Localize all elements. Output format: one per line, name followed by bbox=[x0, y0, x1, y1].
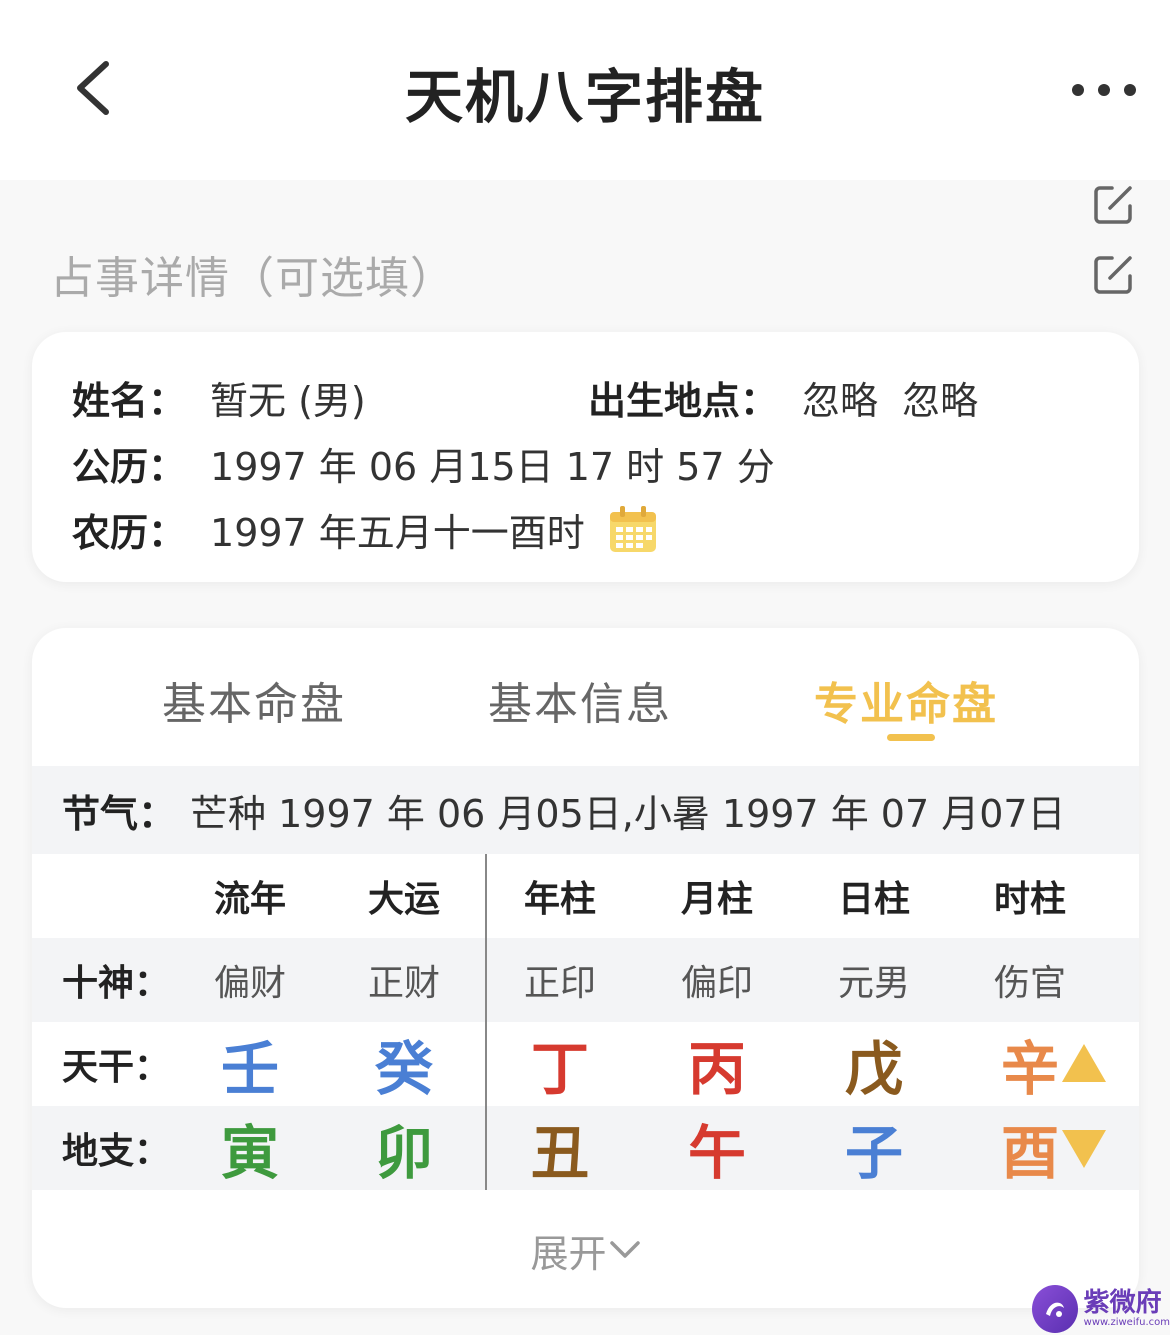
header-dayun: 大运 bbox=[367, 879, 440, 920]
solar-value: 1997 年 06 月15日 17 时 57 分 bbox=[210, 445, 775, 489]
tab-professional-chart[interactable]: 专业命盘 bbox=[814, 668, 998, 732]
watermark-text: 紫微府 www.ziweifu.com bbox=[1084, 1289, 1170, 1329]
header-liunian: 流年 bbox=[213, 879, 286, 920]
dot-icon bbox=[1072, 84, 1084, 96]
watermark: 紫微府 www.ziweifu.com bbox=[1032, 1282, 1170, 1335]
expand-button[interactable]: 展开 bbox=[32, 1220, 1139, 1280]
pillar-header-row: 流年 大运 年柱 月柱 日柱 时柱 bbox=[32, 854, 1139, 938]
dizhi-cell: 丑 bbox=[530, 1119, 589, 1187]
birthplace-value: 忽略 忽略 bbox=[802, 379, 979, 423]
dizhi-cell: 子 bbox=[844, 1119, 903, 1187]
dizhi-cell: 寅 bbox=[220, 1119, 279, 1187]
jieqi-label: 节气： bbox=[62, 791, 177, 836]
triangle-down-icon bbox=[1062, 1130, 1106, 1168]
birthplace-row: 出生地点： 忽略 忽略 bbox=[588, 370, 978, 425]
header-day-pillar: 日柱 bbox=[837, 879, 910, 920]
edit-button[interactable] bbox=[1090, 180, 1138, 228]
column-divider bbox=[485, 854, 487, 1190]
dot-icon bbox=[1098, 84, 1110, 96]
tiangan-cell: 丁 bbox=[530, 1035, 589, 1103]
info-card: 姓名： 暂无 (男) 出生地点： 忽略 忽略 公历： 1997 年 06 月15… bbox=[32, 332, 1139, 582]
shishen-cell: 偏财 bbox=[213, 963, 286, 1004]
name-label: 姓名： bbox=[72, 379, 187, 423]
lunar-row: 农历： 1997 年五月十一酉时 bbox=[72, 502, 659, 557]
tab-bar: 基本命盘 基本信息 专业命盘 bbox=[32, 628, 1139, 766]
lunar-value: 1997 年五月十一酉时 bbox=[210, 511, 585, 555]
watermark-url: www.ziweifu.com bbox=[1083, 1316, 1170, 1328]
shishen-cell: 偏印 bbox=[680, 963, 753, 1004]
name-value: 暂无 (男) bbox=[210, 379, 366, 423]
chevron-down-icon bbox=[609, 1241, 640, 1258]
tiangan-label: 天干： bbox=[62, 1047, 171, 1088]
app-header: 天机八字排盘 bbox=[0, 0, 1170, 180]
fade-overlay bbox=[32, 1200, 1139, 1220]
triangle-up-icon bbox=[1062, 1044, 1106, 1082]
birthplace-label: 出生地点： bbox=[588, 379, 779, 423]
tiangan-cell: 戊 bbox=[844, 1035, 903, 1103]
ziweifu-logo-icon bbox=[1032, 1284, 1078, 1333]
shishen-cell: 元男 bbox=[837, 963, 910, 1004]
tiangan-row: 天干： 壬 癸 丁 丙 戊 辛 bbox=[32, 1022, 1139, 1106]
tiangan-cell: 壬 bbox=[220, 1035, 279, 1103]
more-menu-button[interactable] bbox=[1072, 72, 1136, 108]
header-year-pillar: 年柱 bbox=[523, 879, 596, 920]
jieqi-row: 节气： 芒种 1997 年 06 月05日,小暑 1997 年 07 月07日 bbox=[32, 766, 1139, 854]
page-title: 天机八字排盘 bbox=[404, 63, 765, 131]
edit-detail-button[interactable] bbox=[1090, 250, 1138, 298]
watermark-name: 紫微府 bbox=[1083, 1287, 1162, 1318]
solar-row: 公历： 1997 年 06 月15日 17 时 57 分 bbox=[72, 436, 775, 491]
jieqi-value: 芒种 1997 年 06 月05日,小暑 1997 年 07 月07日 bbox=[190, 791, 1066, 836]
edit-icon bbox=[1094, 186, 1132, 224]
shishen-label: 十神： bbox=[62, 963, 171, 1004]
header-month-pillar: 月柱 bbox=[680, 879, 753, 920]
dizhi-label: 地支： bbox=[62, 1131, 171, 1172]
dizhi-row: 地支： 寅 卯 丑 午 子 酉 bbox=[32, 1106, 1139, 1190]
tab-basic-chart[interactable]: 基本命盘 bbox=[162, 668, 346, 732]
expand-label: 展开 bbox=[530, 1231, 607, 1276]
dot-icon bbox=[1124, 84, 1136, 96]
lunar-label: 农历： bbox=[72, 511, 187, 555]
tab-basic-info[interactable]: 基本信息 bbox=[488, 668, 672, 732]
shishen-row: 十神： 偏财 正财 正印 偏印 元男 伤官 bbox=[32, 938, 1139, 1022]
name-row: 姓名： 暂无 (男) bbox=[72, 370, 366, 425]
solar-label: 公历： bbox=[72, 445, 187, 489]
detail-input[interactable]: 占事详情（可选填） bbox=[50, 242, 455, 306]
dizhi-cell: 卯 bbox=[374, 1119, 433, 1187]
tiangan-cell: 癸 bbox=[374, 1035, 433, 1103]
header-hour-pillar: 时柱 bbox=[993, 879, 1066, 920]
calendar-icon[interactable] bbox=[607, 504, 659, 556]
edit-icon bbox=[1094, 256, 1132, 294]
shishen-cell: 伤官 bbox=[993, 963, 1066, 1004]
tiangan-cell: 丙 bbox=[687, 1035, 746, 1103]
chart-card: 基本命盘 基本信息 专业命盘 节气： 芒种 1997 年 06 月05日,小暑 … bbox=[32, 628, 1139, 1308]
shishen-cell: 正印 bbox=[523, 963, 596, 1004]
shishen-cell: 正财 bbox=[367, 963, 440, 1004]
dizhi-cell: 午 bbox=[687, 1119, 746, 1187]
active-tab-indicator bbox=[887, 734, 935, 741]
